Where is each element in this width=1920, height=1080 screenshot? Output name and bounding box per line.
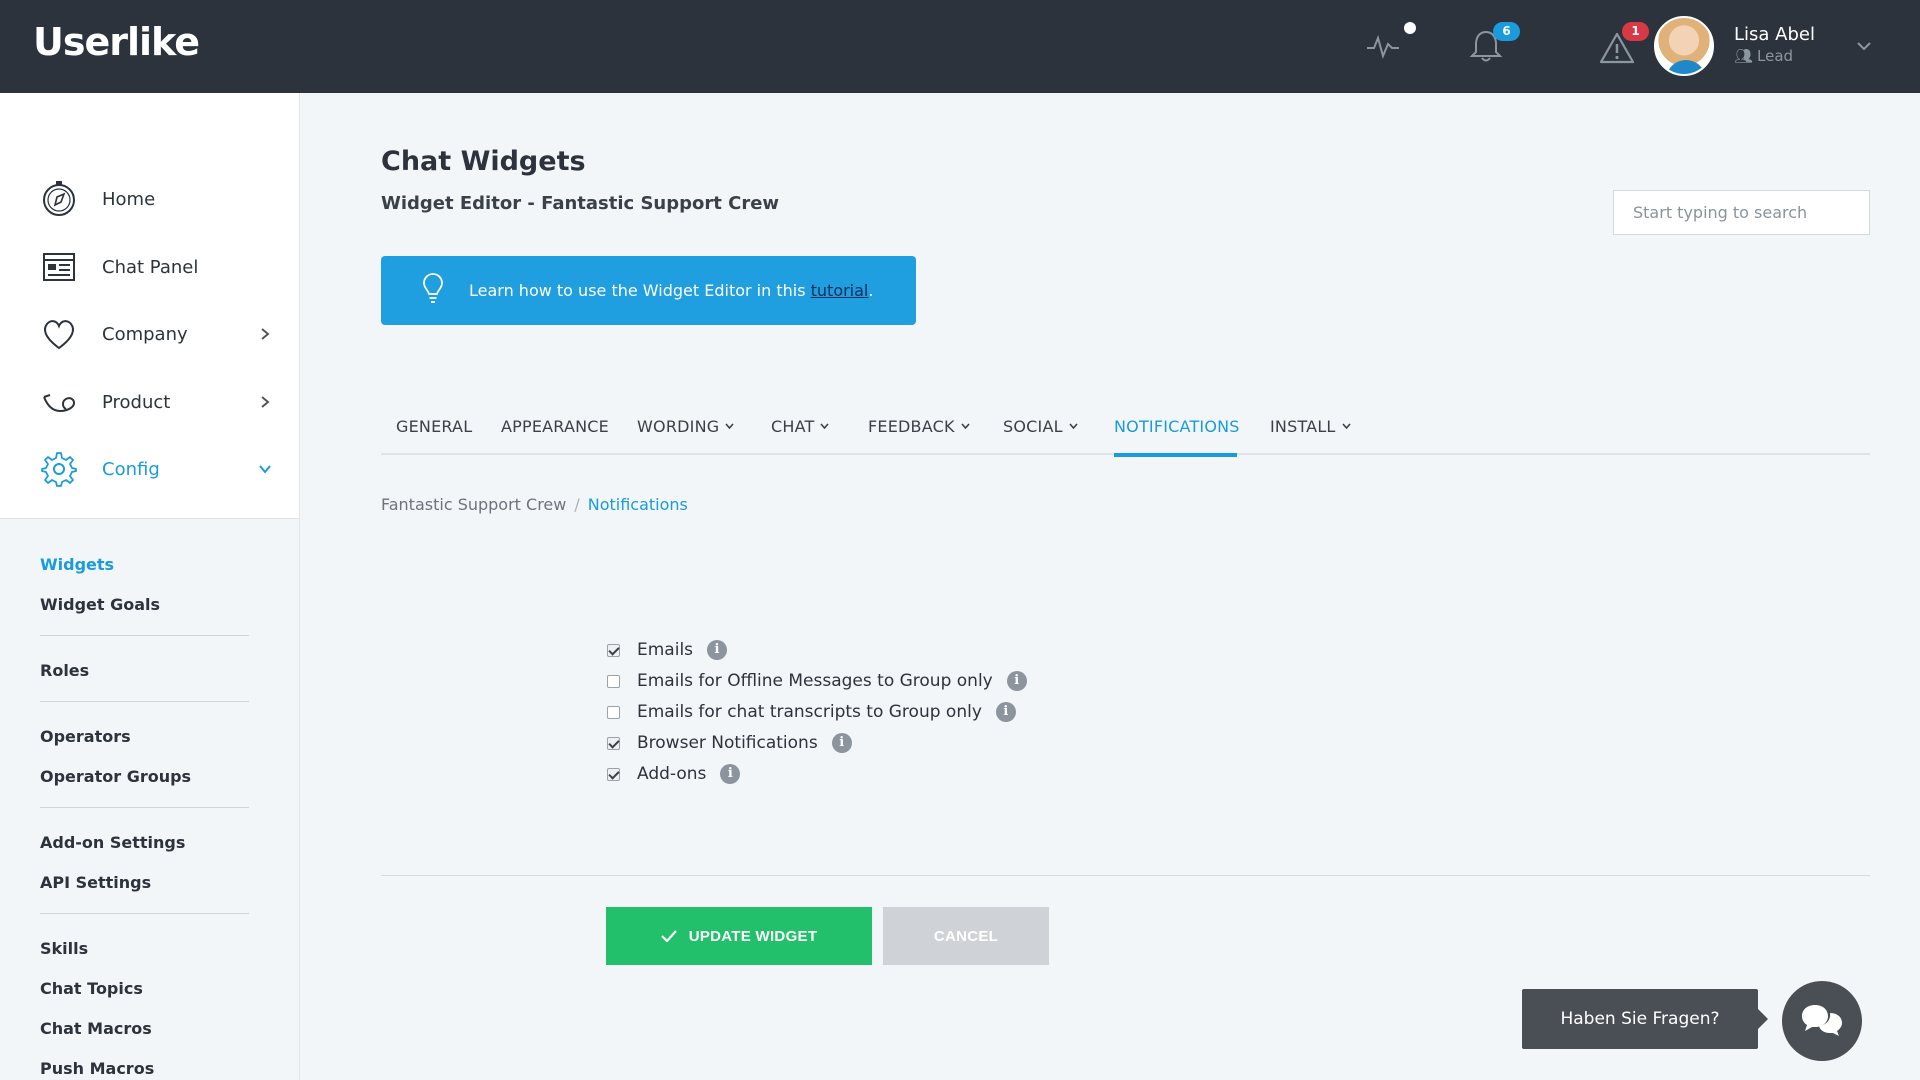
chevron-down-icon[interactable] [1856, 38, 1872, 54]
option-emails: Emails i [607, 639, 728, 661]
breadcrumb-current[interactable]: Notifications [588, 495, 688, 514]
userlike-logo[interactable]: Userlike [33, 20, 200, 64]
option-label: Browser Notifications [637, 733, 818, 753]
gear-icon [41, 452, 77, 487]
caret-down-icon [961, 422, 970, 429]
sidebar-item-label: Company [102, 323, 188, 345]
chevron-right-icon [261, 396, 270, 408]
info-icon[interactable]: i [707, 640, 728, 660]
tab-appearance[interactable]: APPEARANCE [501, 417, 609, 436]
breadcrumb-parent[interactable]: Fantastic Support Crew [381, 495, 566, 514]
notifications-badge: 6 [1493, 22, 1520, 41]
update-widget-button[interactable]: UPDATE WIDGET [606, 907, 872, 965]
banner-text: Learn how to use the Widget Editor in th… [469, 281, 874, 300]
chevron-right-icon [261, 328, 270, 340]
tab-notifications[interactable]: NOTIFICATIONS [1114, 417, 1240, 436]
info-icon[interactable]: i [720, 764, 741, 784]
sidebar-item-chat-panel[interactable]: Chat Panel [0, 239, 300, 295]
submenu-item-widget-goals[interactable]: Widget Goals [40, 595, 160, 614]
checkmark-icon [660, 930, 677, 942]
submenu-divider [40, 807, 249, 808]
submenu-item-operators[interactable]: Operators [40, 727, 131, 746]
compass-icon [43, 181, 75, 216]
tab-chat[interactable]: CHAT [771, 417, 830, 436]
sidebar-item-product[interactable]: Product [0, 374, 300, 430]
option-label: Emails for Offline Messages to Group onl… [637, 671, 993, 691]
option-browser-notifications: Browser Notifications i [607, 732, 852, 754]
lightbulb-icon [423, 273, 443, 303]
user-role: 👥︎ Lead [1734, 47, 1794, 65]
activity-status-dot [1404, 22, 1416, 34]
tab-social[interactable]: SOCIAL [1003, 417, 1078, 436]
option-add-ons: Add-ons i [607, 763, 741, 785]
submenu-item-chat-macros[interactable]: Chat Macros [40, 1019, 152, 1038]
chat-panel-icon [43, 253, 75, 281]
submenu-item-chat-topics[interactable]: Chat Topics [40, 979, 143, 998]
user-name[interactable]: Lisa Abel [1734, 24, 1815, 45]
emails-checkbox[interactable] [607, 643, 620, 657]
breadcrumb-separator: / [574, 495, 580, 514]
offline-emails-checkbox[interactable] [607, 674, 620, 688]
product-icon [43, 394, 76, 413]
option-label: Emails for chat transcripts to Group onl… [637, 702, 982, 722]
option-label: Add-ons [637, 764, 707, 784]
submenu-divider [40, 701, 249, 702]
page-subtitle: Widget Editor - Fantastic Support Crew [381, 193, 780, 214]
alerts-badge: 1 [1622, 22, 1649, 41]
heart-icon [44, 320, 74, 350]
chat-bubbles-icon [1802, 1005, 1842, 1036]
activity-icon[interactable] [1365, 30, 1401, 62]
tab-feedback[interactable]: FEEDBACK [868, 417, 970, 436]
submenu-item-skills[interactable]: Skills [40, 939, 88, 958]
people-icon: 👥︎ [1734, 47, 1754, 65]
tutorial-link[interactable]: tutorial [811, 281, 869, 300]
caret-down-icon [820, 422, 830, 429]
submenu-item-widgets[interactable]: Widgets [40, 555, 114, 574]
submenu-item-roles[interactable]: Roles [40, 661, 89, 680]
add-ons-checkbox[interactable] [607, 767, 620, 781]
caret-down-icon [1069, 422, 1078, 429]
info-icon[interactable]: i [995, 702, 1016, 722]
sidebar-item-label: Config [102, 458, 160, 480]
submenu-divider [40, 913, 249, 914]
submenu-item-push-macros[interactable]: Push Macros [40, 1059, 154, 1078]
page-title: Chat Widgets [381, 146, 586, 177]
chat-prompt-bubble[interactable]: Haben Sie Fragen? [1522, 989, 1768, 1049]
chat-launcher-button[interactable] [1782, 981, 1862, 1061]
option-transcript-emails: Emails for chat transcripts to Group onl… [607, 701, 1016, 723]
submenu-item-api-settings[interactable]: API Settings [40, 873, 151, 892]
browser-notifications-checkbox[interactable] [607, 736, 620, 750]
sidebar-item-home[interactable]: Home [0, 171, 300, 227]
breadcrumb: Fantastic Support Crew / Notifications [381, 495, 688, 514]
sidebar-item-label: Product [102, 391, 171, 413]
sidebar: Home Chat Panel Company Product Config W… [0, 93, 300, 1080]
option-offline-emails: Emails for Offline Messages to Group onl… [607, 670, 1027, 692]
caret-down-icon [725, 422, 734, 429]
cancel-button[interactable]: CANCEL [883, 907, 1049, 965]
submenu-divider [40, 635, 249, 636]
info-icon[interactable]: i [831, 733, 852, 753]
tab-wording[interactable]: WORDING [637, 417, 734, 436]
chevron-down-icon [259, 465, 271, 474]
avatar[interactable] [1654, 16, 1714, 76]
tab-general[interactable]: GENERAL [396, 417, 472, 436]
submenu-item-operator-groups[interactable]: Operator Groups [40, 767, 191, 786]
widget-editor-tabs: GENERAL APPEARANCE WORDING CHAT FEEDBACK… [381, 405, 1870, 455]
option-label: Emails [637, 640, 694, 660]
tutorial-banner: Learn how to use the Widget Editor in th… [381, 256, 916, 325]
sidebar-item-label: Home [102, 188, 156, 210]
sidebar-item-company[interactable]: Company [0, 306, 300, 362]
active-tab-indicator [1114, 453, 1237, 457]
sidebar-item-config[interactable]: Config [0, 441, 300, 497]
top-bar: Userlike 6 1 Lisa Abel 👥︎ Lead [0, 0, 1920, 93]
submenu-item-add-on-settings[interactable]: Add-on Settings [40, 833, 185, 852]
tab-install[interactable]: INSTALL [1270, 417, 1351, 436]
caret-down-icon [1341, 422, 1351, 429]
sidebar-item-label: Chat Panel [102, 256, 199, 278]
form-divider [381, 875, 1870, 876]
search-input[interactable] [1613, 190, 1870, 235]
info-icon[interactable]: i [1006, 671, 1027, 691]
transcript-emails-checkbox[interactable] [607, 705, 620, 719]
config-submenu: Widgets Widget Goals Roles Operators Ope… [0, 518, 299, 1080]
